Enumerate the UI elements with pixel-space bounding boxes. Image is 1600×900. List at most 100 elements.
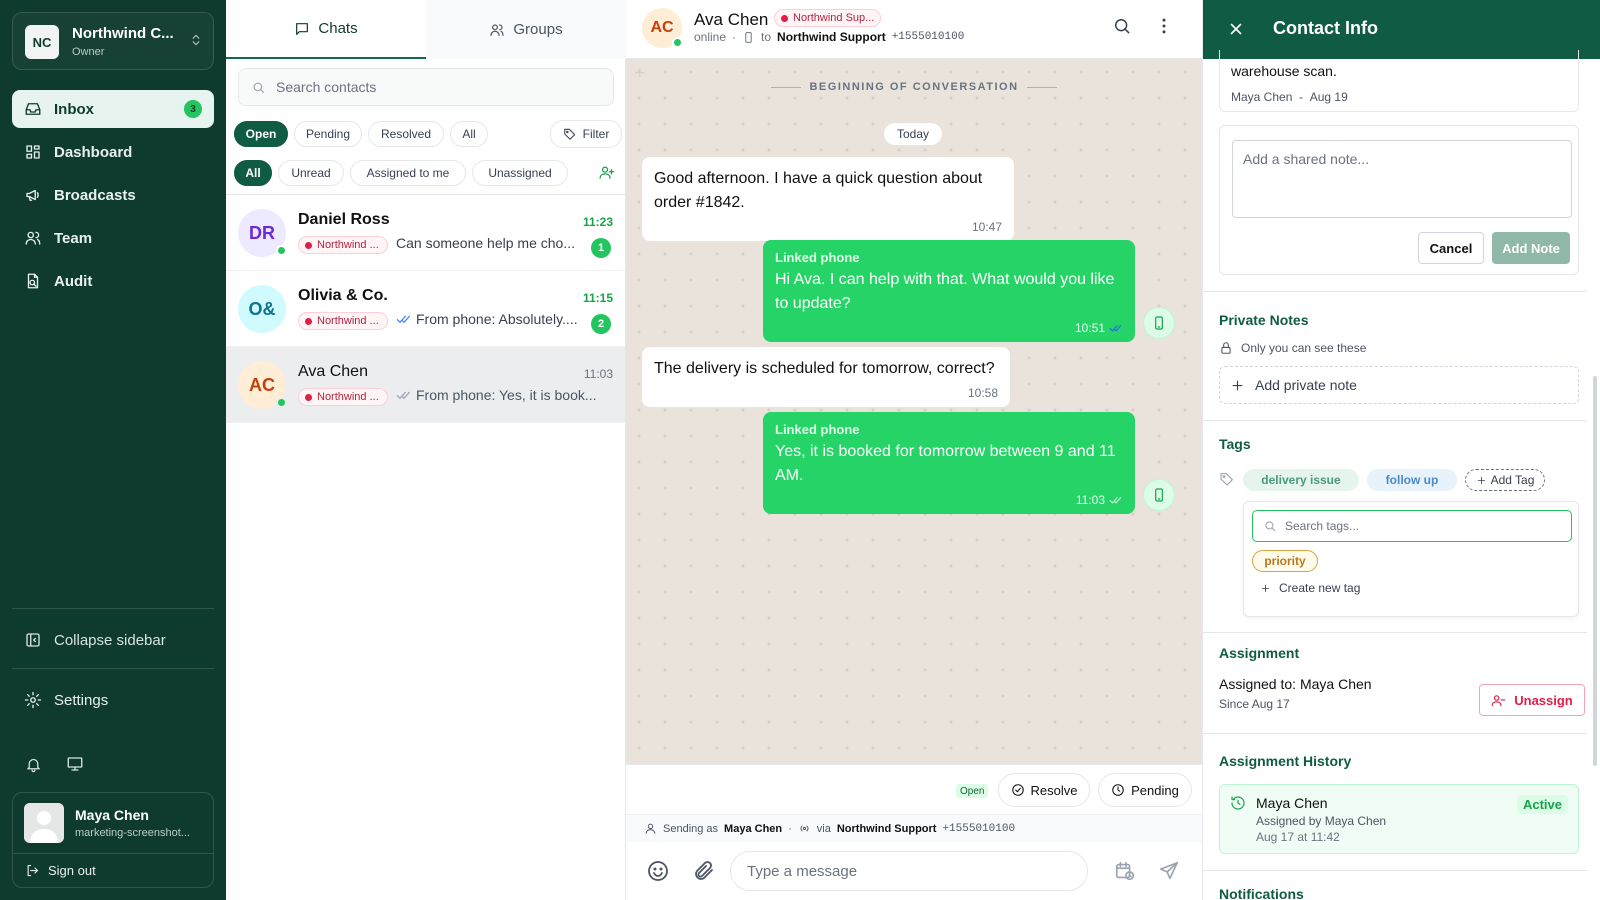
add-note-button[interactable]: Add Note (1492, 232, 1570, 264)
broadcast-icon (798, 822, 811, 835)
clock-icon (1111, 783, 1125, 797)
search-icon[interactable] (1112, 16, 1132, 36)
add-private-note-button[interactable]: Add private note (1219, 366, 1579, 404)
monitor-icon[interactable] (66, 755, 84, 773)
bell-icon[interactable] (25, 756, 42, 773)
plus-icon (1260, 583, 1271, 594)
check-circle-icon (1011, 783, 1025, 797)
send-icon[interactable] (1158, 860, 1180, 882)
tab-chats[interactable]: Chats (226, 0, 426, 59)
conversation-row-daniel-ross[interactable]: DR Daniel Ross 11:23 Northwind ... Can s… (226, 195, 625, 271)
section-divider (1203, 420, 1587, 421)
scope-unread[interactable]: Unread (278, 160, 344, 186)
nav-settings[interactable]: Settings (12, 681, 214, 719)
preview-text: Can someone help me cho... (396, 235, 575, 251)
create-tag-button[interactable]: Create new tag (1260, 581, 1360, 595)
history-icon (1230, 795, 1246, 811)
channel-badge-label: Northwind ... (317, 391, 379, 403)
nav-dashboard[interactable]: Dashboard (12, 133, 214, 171)
message-outgoing[interactable]: Linked phone Hi Ava. I can help with tha… (763, 240, 1135, 342)
to-label: to (761, 30, 772, 44)
users-icon (24, 229, 42, 247)
chat-bubble-icon (294, 21, 310, 37)
nav-team[interactable]: Team (12, 219, 214, 257)
avatar[interactable]: AC (642, 8, 683, 48)
unassign-label: Unassign (1514, 692, 1573, 708)
tag-search (1252, 510, 1572, 542)
contact-name: Ava Chen (298, 363, 368, 380)
channel-badge-label: Northwind ... (317, 315, 379, 327)
schedule-calendar-icon[interactable] (1114, 860, 1136, 882)
scope-all[interactable]: All (234, 160, 272, 186)
message-preview: Can someone help me cho... (396, 235, 596, 251)
message-incoming[interactable]: The delivery is scheduled for tomorrow, … (642, 347, 1010, 407)
history-name: Maya Chen (1256, 795, 1328, 811)
nav-label: Audit (54, 272, 93, 290)
status-badge: Open (956, 784, 989, 798)
users-icon (489, 22, 505, 38)
filter-resolved[interactable]: Resolved (368, 121, 444, 147)
more-vertical-icon[interactable] (1154, 16, 1174, 36)
message-incoming[interactable]: Good afternoon. I have a quick question … (642, 157, 1014, 241)
message-area[interactable]: BEGINNING OF CONVERSATION Today Good aft… (626, 59, 1202, 764)
tag-chip[interactable]: delivery issue (1243, 469, 1359, 491)
settings-label: Settings (54, 691, 109, 709)
org-switcher[interactable]: NC Northwind C... Owner (12, 12, 214, 70)
emoji-icon[interactable] (646, 859, 670, 883)
message-outgoing[interactable]: Linked phone Yes, it is booked for tomor… (763, 412, 1135, 514)
search-icon (1263, 519, 1277, 533)
avatar: O& (238, 285, 286, 333)
tab-groups[interactable]: Groups (426, 0, 626, 59)
gear-icon (24, 691, 42, 709)
assignment-history-item: Maya Chen Assigned by Maya Chen Aug 17 a… (1219, 784, 1579, 854)
double-check-icon (1109, 321, 1123, 335)
org-role: Owner (72, 46, 105, 58)
nav-broadcasts[interactable]: Broadcasts (12, 176, 214, 214)
collapse-sidebar-button[interactable]: Collapse sidebar (12, 621, 214, 659)
shared-note-input[interactable] (1232, 140, 1572, 218)
message-composer (626, 842, 1202, 900)
message-input[interactable] (730, 851, 1088, 891)
tag-chip[interactable]: follow up (1367, 469, 1457, 491)
sidebar-divider (12, 668, 214, 669)
linked-phone-button[interactable] (1143, 479, 1175, 511)
tags-title: Tags (1219, 436, 1251, 452)
filter-button[interactable]: Filter (550, 120, 622, 148)
search-input[interactable] (276, 79, 576, 95)
conversation-row-olivia-co[interactable]: O& Olivia & Co. 11:15 Northwind ... From… (226, 271, 625, 347)
add-contact-icon[interactable] (598, 164, 615, 181)
cancel-button[interactable]: Cancel (1418, 232, 1484, 264)
tag-search-input[interactable] (1285, 519, 1545, 533)
conversation-row-ava-chen[interactable]: AC Ava Chen 11:03 Northwind ... From pho… (226, 347, 625, 423)
linked-phone-button[interactable] (1143, 307, 1175, 339)
shared-note-text: warehouse scan. (1231, 63, 1337, 79)
contact-search (238, 68, 614, 106)
nav-label: Team (54, 229, 93, 247)
scope-assigned-to-me[interactable]: Assigned to me (350, 160, 466, 186)
list-tabs: Chats Groups (226, 0, 626, 59)
pending-button[interactable]: Pending (1098, 773, 1192, 807)
avatar[interactable] (24, 803, 64, 843)
user-card: Maya Chen marketing-screenshot... Sign o… (12, 792, 214, 888)
filter-pending[interactable]: Pending (294, 121, 362, 147)
double-check-icon (396, 387, 412, 403)
sign-out-button[interactable]: Sign out (25, 863, 96, 878)
resolve-button[interactable]: Resolve (998, 773, 1090, 807)
filter-all-status[interactable]: All (450, 121, 488, 147)
scrollbar-thumb[interactable] (1593, 376, 1597, 766)
user-divider (13, 853, 213, 854)
scope-unassigned[interactable]: Unassigned (472, 160, 568, 186)
note-author: Maya Chen (1231, 90, 1293, 104)
add-tag-button[interactable]: Add Tag (1465, 469, 1545, 491)
nav-inbox[interactable]: Inbox 3 (12, 90, 214, 128)
unassign-button[interactable]: Unassign (1479, 684, 1585, 716)
separator-dot: · (788, 822, 792, 835)
nav-audit[interactable]: Audit (12, 262, 214, 300)
close-icon[interactable] (1227, 20, 1245, 38)
message-time: 11:03 (1076, 493, 1123, 507)
private-notes-title: Private Notes (1219, 312, 1309, 328)
tag-suggestion[interactable]: priority (1252, 550, 1318, 572)
resolve-label: Resolve (1030, 782, 1078, 798)
filter-open[interactable]: Open (234, 121, 288, 147)
paperclip-icon[interactable] (692, 859, 716, 883)
